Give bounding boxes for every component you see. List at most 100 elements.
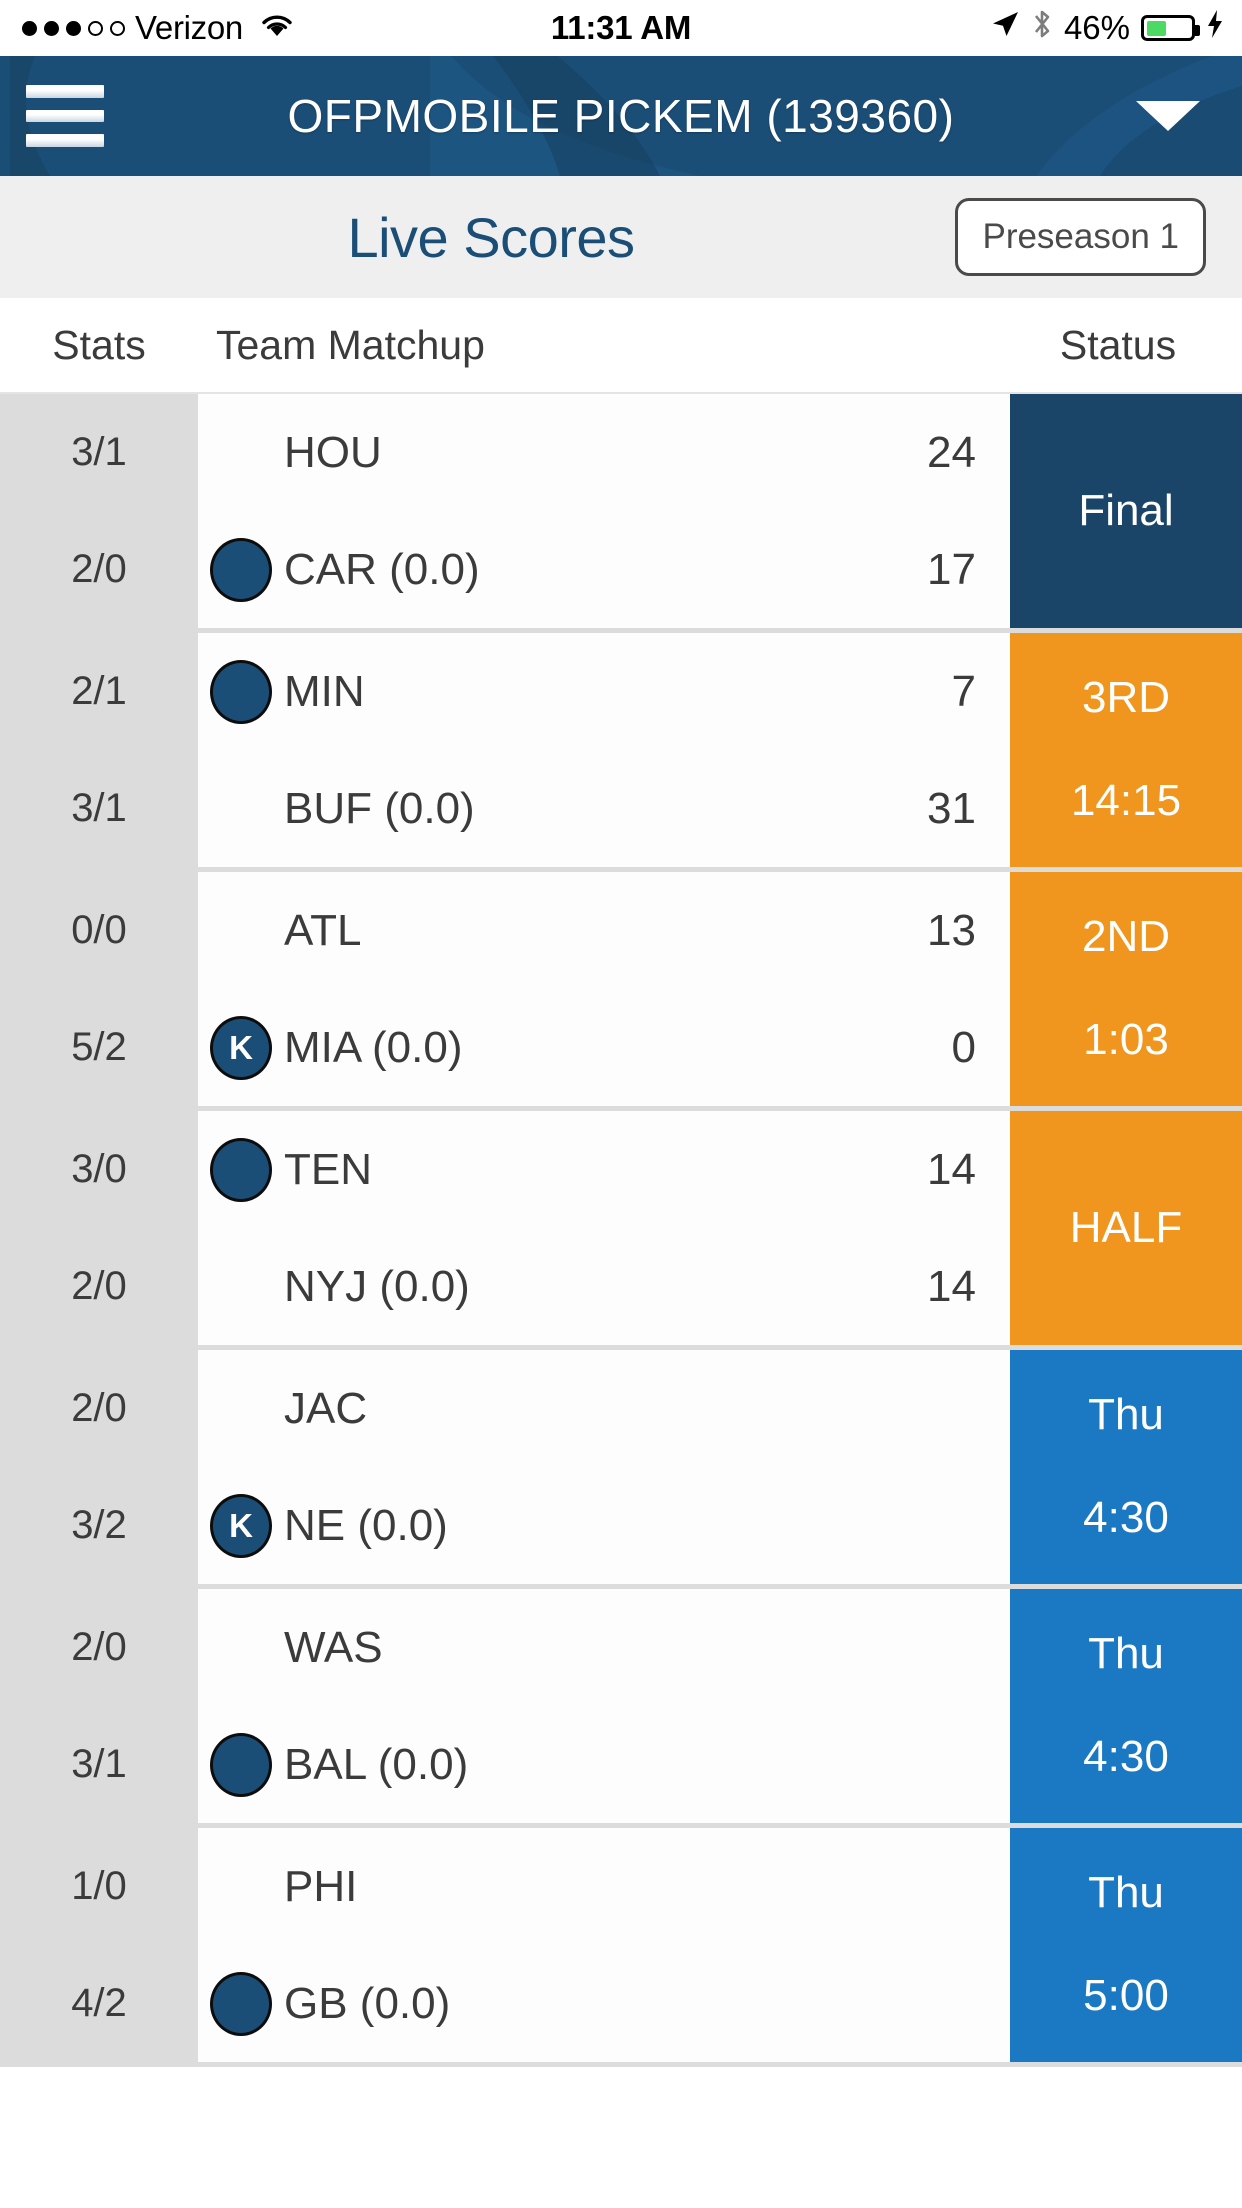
team-score-home: 14 bbox=[927, 1261, 976, 1311]
live-scores-list: 3/1 2/0 HOU 24 CAR (0.0) 17 Final 2/1 3/1 MIN 7 BUF… bbox=[0, 394, 1242, 2067]
game-stats-cell: 0/0 5/2 bbox=[0, 872, 198, 1106]
team-name-away: ATL bbox=[284, 905, 362, 955]
team-line-away: JAC bbox=[198, 1350, 994, 1467]
team-score-home: 17 bbox=[927, 544, 976, 594]
team-name-away: JAC bbox=[284, 1383, 368, 1433]
team-score-home: 31 bbox=[927, 783, 976, 833]
status-primary: Thu bbox=[1088, 1390, 1164, 1440]
game-row[interactable]: 3/1 2/0 HOU 24 CAR (0.0) 17 Final bbox=[0, 394, 1242, 633]
game-status-cell: Thu 4:30 bbox=[1010, 1350, 1242, 1584]
stats-away: 1/0 bbox=[71, 1864, 127, 1908]
status-primary: 2ND bbox=[1081, 912, 1171, 962]
team-line-home: GB (0.0) bbox=[198, 1945, 994, 2062]
app-header-bar: OFPMOBILE PICKEM (139360) bbox=[0, 56, 1242, 176]
stats-home: 2/0 bbox=[71, 547, 127, 591]
kicker-badge-icon: K bbox=[210, 1015, 272, 1080]
team-name-home: BAL (0.0) bbox=[284, 1739, 469, 1789]
caret-down-icon[interactable] bbox=[1136, 101, 1200, 131]
status-primary: HALF bbox=[1069, 1202, 1183, 1252]
stats-away: 3/0 bbox=[71, 1147, 127, 1191]
team-line-home: K NE (0.0) bbox=[198, 1467, 994, 1584]
column-header-status: Status bbox=[1059, 321, 1177, 368]
team-name-home: MIA (0.0) bbox=[284, 1022, 463, 1072]
team-score-home: 0 bbox=[951, 1022, 976, 1072]
stats-home: 2/0 bbox=[71, 1264, 127, 1308]
column-header-stats: Stats bbox=[52, 321, 146, 368]
team-name-home: CAR (0.0) bbox=[284, 544, 480, 594]
pick-dot-icon bbox=[210, 537, 272, 602]
team-score-away: 13 bbox=[927, 905, 976, 955]
status-primary: 3RD bbox=[1081, 673, 1171, 723]
team-marker bbox=[198, 537, 284, 602]
team-name-away: MIN bbox=[284, 666, 365, 716]
pick-dot-icon bbox=[210, 1137, 272, 1202]
game-matchup-cell[interactable]: WAS BAL (0.0) bbox=[198, 1589, 1010, 1823]
team-line-home: CAR (0.0) 17 bbox=[198, 511, 994, 628]
game-row[interactable]: 2/0 3/1 WAS BAL (0.0) Thu 4:30 bbox=[0, 1589, 1242, 1828]
pick-dot-icon bbox=[210, 659, 272, 724]
team-line-away: ATL 13 bbox=[198, 872, 994, 989]
pick-dot-icon bbox=[210, 1732, 272, 1797]
game-row[interactable]: 1/0 4/2 PHI GB (0.0) Thu 5:00 bbox=[0, 1828, 1242, 2067]
status-secondary: 4:30 bbox=[1083, 1493, 1169, 1542]
team-name-home: NYJ (0.0) bbox=[284, 1261, 470, 1311]
stats-away: 2/0 bbox=[71, 1625, 127, 1669]
kicker-badge-icon: K bbox=[210, 1493, 272, 1558]
app-title: OFPMOBILE PICKEM (139360) bbox=[287, 90, 955, 142]
stats-home: 3/1 bbox=[71, 1742, 127, 1786]
game-matchup-cell[interactable]: TEN 14 NYJ (0.0) 14 bbox=[198, 1111, 1010, 1345]
game-status-cell: 2ND 1:03 bbox=[1010, 872, 1242, 1106]
stats-away: 2/1 bbox=[71, 669, 127, 713]
team-name-home: BUF (0.0) bbox=[284, 783, 475, 833]
status-primary: Thu bbox=[1088, 1629, 1164, 1679]
clock-label: 11:31 AM bbox=[550, 9, 692, 46]
game-status-cell: Thu 5:00 bbox=[1010, 1828, 1242, 2062]
team-name-away: WAS bbox=[284, 1622, 383, 1672]
status-secondary: 14:15 bbox=[1070, 776, 1182, 825]
game-matchup-cell[interactable]: HOU 24 CAR (0.0) 17 bbox=[198, 394, 1010, 628]
team-line-home: K MIA (0.0) 0 bbox=[198, 989, 994, 1106]
status-primary: Final bbox=[1078, 485, 1174, 535]
battery-icon bbox=[1141, 15, 1200, 41]
game-status-cell: 3RD 14:15 bbox=[1010, 633, 1242, 867]
team-name-away: TEN bbox=[284, 1144, 372, 1194]
week-selector-button[interactable]: Preseason 1 bbox=[955, 198, 1206, 276]
team-line-away: WAS bbox=[198, 1589, 994, 1706]
game-row[interactable]: 2/0 3/2 JAC K NE (0.0) Thu 4:30 bbox=[0, 1350, 1242, 1589]
status-primary: Thu bbox=[1088, 1868, 1164, 1918]
game-status-cell: Thu 4:30 bbox=[1010, 1589, 1242, 1823]
stats-away: 2/0 bbox=[71, 1386, 127, 1430]
column-header-matchup: Team Matchup bbox=[216, 321, 485, 368]
game-stats-cell: 3/0 2/0 bbox=[0, 1111, 198, 1345]
game-row[interactable]: 3/0 2/0 TEN 14 NYJ (0.0) 14 HALF bbox=[0, 1111, 1242, 1350]
pick-dot-icon bbox=[210, 1971, 272, 2036]
game-row[interactable]: 2/1 3/1 MIN 7 BUF (0.0) 31 3RD 14:15 bbox=[0, 633, 1242, 872]
table-column-headers: Stats Team Matchup Status bbox=[0, 298, 1242, 394]
team-score-away: 7 bbox=[951, 666, 976, 716]
game-stats-cell: 2/0 3/1 bbox=[0, 1589, 198, 1823]
status-secondary: 5:00 bbox=[1083, 1971, 1169, 2020]
game-matchup-cell[interactable]: JAC K NE (0.0) bbox=[198, 1350, 1010, 1584]
team-name-home: GB (0.0) bbox=[284, 1978, 451, 2028]
stats-home: 4/2 bbox=[71, 1981, 127, 2025]
page-title-band: Live Scores Preseason 1 bbox=[0, 176, 1242, 298]
game-matchup-cell[interactable]: MIN 7 BUF (0.0) 31 bbox=[198, 633, 1010, 867]
stats-away: 3/1 bbox=[71, 430, 127, 474]
game-stats-cell: 3/1 2/0 bbox=[0, 394, 198, 628]
team-marker bbox=[198, 1971, 284, 2036]
team-line-home: NYJ (0.0) 14 bbox=[198, 1228, 994, 1345]
team-marker bbox=[198, 1137, 284, 1202]
game-matchup-cell[interactable]: ATL 13 K MIA (0.0) 0 bbox=[198, 872, 1010, 1106]
ios-status-bar: Verizon 11:31 AM 46% bbox=[0, 0, 1242, 56]
team-name-home: NE (0.0) bbox=[284, 1500, 448, 1550]
team-line-home: BAL (0.0) bbox=[198, 1706, 994, 1823]
game-matchup-cell[interactable]: PHI GB (0.0) bbox=[198, 1828, 1010, 2062]
game-status-cell: Final bbox=[1010, 394, 1242, 628]
team-line-away: MIN 7 bbox=[198, 633, 994, 750]
game-stats-cell: 1/0 4/2 bbox=[0, 1828, 198, 2062]
game-row[interactable]: 0/0 5/2 ATL 13 K MIA (0.0) 0 2ND 1:03 bbox=[0, 872, 1242, 1111]
stats-home: 5/2 bbox=[71, 1025, 127, 1069]
stats-home: 3/1 bbox=[71, 786, 127, 830]
team-line-away: HOU 24 bbox=[198, 394, 994, 511]
team-name-away: PHI bbox=[284, 1861, 358, 1911]
